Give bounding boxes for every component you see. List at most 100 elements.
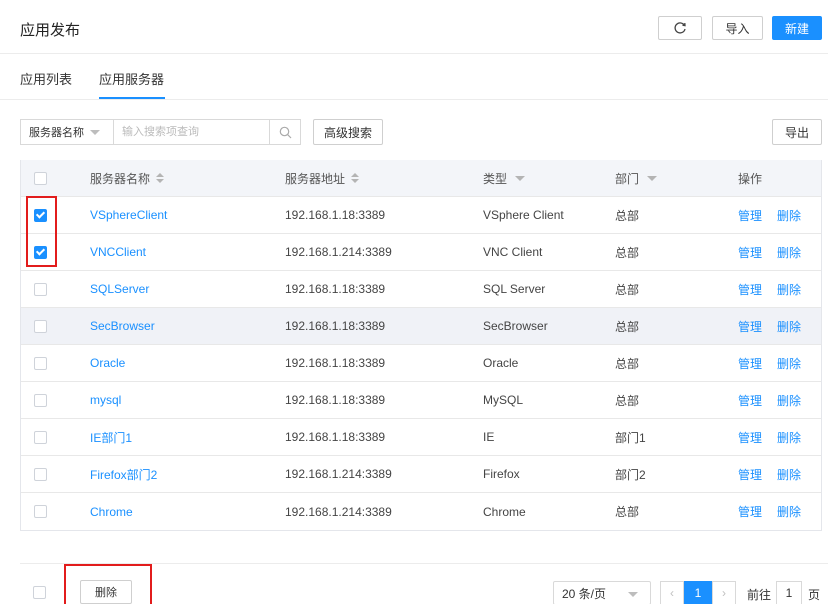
select-all-checkbox[interactable] bbox=[34, 171, 47, 185]
page-suffix-label: 页 bbox=[808, 588, 821, 602]
filter-dropdown-icon[interactable] bbox=[647, 175, 658, 181]
pagination: ‹ 1 › bbox=[660, 581, 736, 604]
column-label: 服务器名称 bbox=[90, 171, 151, 186]
server-dept: 总部 bbox=[615, 319, 640, 334]
table-row: Chrome 192.168.1.214:3389 Chrome 总部 管理 删除 bbox=[21, 493, 821, 530]
sort-icon[interactable] bbox=[351, 173, 360, 183]
filter-dropdown-icon[interactable] bbox=[515, 175, 526, 181]
manage-link[interactable]: 管理 bbox=[738, 503, 762, 520]
table-row: Firefox部门2 192.168.1.214:3389 Firefox 部门2 管理… bbox=[21, 456, 821, 493]
batch-delete-button[interactable]: 删除 bbox=[80, 580, 132, 604]
row-checkbox[interactable] bbox=[34, 467, 47, 481]
server-address: 192.168.1.18:3389 bbox=[285, 282, 386, 296]
search-button[interactable] bbox=[270, 119, 301, 145]
manage-link[interactable]: 管理 bbox=[738, 318, 762, 335]
server-address: 192.168.1.214:3389 bbox=[285, 504, 392, 519]
search-input[interactable] bbox=[113, 119, 270, 145]
server-address: 192.168.1.214:3389 bbox=[285, 467, 392, 481]
server-address: 192.168.1.18:3389 bbox=[285, 319, 386, 333]
manage-link[interactable]: 管理 bbox=[738, 207, 762, 224]
delete-link[interactable]: 删除 bbox=[777, 207, 801, 224]
row-checkbox[interactable] bbox=[34, 505, 47, 518]
server-address: 192.168.1.214:3389 bbox=[285, 245, 392, 259]
manage-link[interactable]: 管理 bbox=[738, 429, 762, 446]
goto-label: 前往 bbox=[747, 588, 772, 602]
sort-icon[interactable] bbox=[156, 173, 165, 183]
page-number-current[interactable]: 1 bbox=[684, 581, 712, 604]
row-checkbox[interactable] bbox=[34, 208, 47, 222]
manage-link[interactable]: 管理 bbox=[738, 281, 762, 298]
row-select-cell bbox=[34, 493, 47, 530]
row-checkbox[interactable] bbox=[34, 282, 47, 296]
new-button[interactable]: 新建 bbox=[772, 16, 822, 40]
delete-link[interactable]: 删除 bbox=[777, 466, 801, 483]
footer-select-all-checkbox[interactable] bbox=[33, 586, 46, 599]
advanced-search-button[interactable]: 高级搜索 bbox=[313, 119, 383, 145]
page-size-label: 20 条/页 bbox=[562, 586, 607, 601]
tab-app-list[interactable]: 应用列表 bbox=[20, 69, 72, 88]
table-row: VSphereClient 192.168.1.18:3389 VSphere Cl… bbox=[21, 197, 821, 234]
import-button[interactable]: 导入 bbox=[712, 16, 763, 40]
footer-divider bbox=[20, 563, 828, 564]
column-header-type[interactable]: 类型 bbox=[483, 160, 526, 196]
row-select-cell bbox=[34, 345, 47, 381]
row-select-cell bbox=[34, 197, 47, 233]
delete-link[interactable]: 删除 bbox=[777, 318, 801, 335]
prev-page-icon[interactable]: ‹ bbox=[660, 581, 684, 604]
table-row: SQLServer 192.168.1.18:3389 SQL Server 总部 管理… bbox=[21, 271, 821, 308]
goto-page-input[interactable] bbox=[776, 581, 802, 604]
row-select-cell bbox=[34, 271, 47, 307]
row-checkbox[interactable] bbox=[34, 430, 47, 444]
server-dept: 部门1 bbox=[615, 430, 646, 445]
delete-link[interactable]: 删除 bbox=[777, 503, 801, 520]
chevron-down-icon bbox=[628, 592, 638, 597]
server-name-link[interactable]: mysql bbox=[90, 382, 121, 418]
server-table: 服务器名称 服务器地址 类型 部门 操作 VSphereClient 192.16… bbox=[20, 160, 822, 531]
server-name-link[interactable]: SecBrowser bbox=[90, 308, 155, 344]
row-checkbox[interactable] bbox=[34, 356, 47, 370]
server-name-link[interactable]: VSphereClient bbox=[90, 197, 167, 233]
server-name-link[interactable]: VNCClient bbox=[90, 234, 146, 270]
refresh-button[interactable] bbox=[658, 16, 702, 40]
export-button[interactable]: 导出 bbox=[772, 119, 822, 145]
manage-link[interactable]: 管理 bbox=[738, 466, 762, 483]
server-name-link[interactable]: IE部门1 bbox=[90, 419, 132, 455]
row-actions: 管理 删除 bbox=[738, 493, 816, 530]
server-name-link[interactable]: SQLServer bbox=[90, 271, 149, 307]
search-field-select[interactable]: 服务器名称 bbox=[20, 119, 113, 145]
table-row: IE部门1 192.168.1.18:3389 IE 部门1 管理 删除 bbox=[21, 419, 821, 456]
server-address: 192.168.1.18:3389 bbox=[285, 430, 386, 444]
row-checkbox[interactable] bbox=[34, 319, 47, 333]
row-select-cell bbox=[34, 419, 47, 455]
row-actions: 管理 删除 bbox=[738, 345, 816, 381]
delete-link[interactable]: 删除 bbox=[777, 429, 801, 446]
column-header-address[interactable]: 服务器地址 bbox=[285, 160, 360, 196]
tab-app-servers[interactable]: 应用服务器 bbox=[99, 69, 164, 88]
row-checkbox[interactable] bbox=[34, 245, 47, 259]
server-address: 192.168.1.18:3389 bbox=[285, 393, 386, 407]
page-size-select[interactable]: 20 条/页 bbox=[553, 581, 651, 604]
row-checkbox[interactable] bbox=[34, 393, 47, 407]
next-page-icon[interactable]: › bbox=[712, 581, 736, 604]
manage-link[interactable]: 管理 bbox=[738, 355, 762, 372]
server-name-link[interactable]: Oracle bbox=[90, 345, 125, 381]
column-header-dept[interactable]: 部门 bbox=[615, 160, 658, 196]
server-name-link[interactable]: Chrome bbox=[90, 493, 133, 530]
delete-link[interactable]: 删除 bbox=[777, 244, 801, 261]
column-label: 操作 bbox=[738, 171, 763, 186]
table-row: mysql 192.168.1.18:3389 MySQL 总部 管理 删除 bbox=[21, 382, 821, 419]
chevron-down-icon bbox=[90, 129, 100, 135]
delete-link[interactable]: 删除 bbox=[777, 281, 801, 298]
delete-link[interactable]: 删除 bbox=[777, 392, 801, 409]
row-actions: 管理 删除 bbox=[738, 382, 816, 418]
column-label: 部门 bbox=[615, 171, 640, 186]
server-name-link[interactable]: Firefox部门2 bbox=[90, 456, 157, 492]
row-select-cell bbox=[34, 234, 47, 270]
server-type: Oracle bbox=[483, 356, 519, 370]
server-dept: 总部 bbox=[615, 356, 640, 371]
manage-link[interactable]: 管理 bbox=[738, 392, 762, 409]
delete-link[interactable]: 删除 bbox=[777, 355, 801, 372]
manage-link[interactable]: 管理 bbox=[738, 244, 762, 261]
active-tab-indicator bbox=[99, 97, 165, 99]
column-header-name[interactable]: 服务器名称 bbox=[90, 160, 165, 196]
